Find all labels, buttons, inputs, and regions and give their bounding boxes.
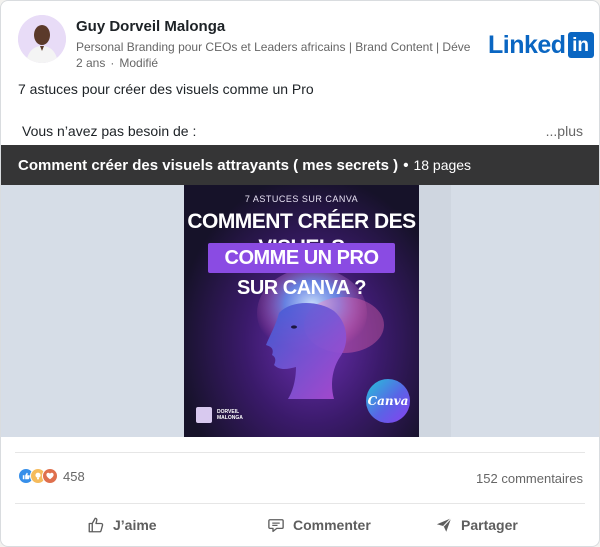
comment-button[interactable]: Commenter [267, 504, 371, 546]
share-button[interactable]: Partager [435, 504, 518, 546]
post-meta: 2 ans · Modifié [76, 56, 159, 70]
comments-count[interactable]: 152 commentaires [476, 471, 583, 486]
cover-author-avatar [196, 407, 212, 423]
share-label: Partager [461, 517, 518, 533]
cover-author-name: DORVEIL MALONGA [217, 409, 243, 421]
next-page-peek[interactable] [419, 185, 451, 437]
document-page-count: 18 pages [413, 157, 472, 173]
divider [15, 452, 585, 453]
document-cover-page[interactable]: 7 ASTUCES SUR CANVA COMMENT CRÉER DES VI… [184, 185, 419, 437]
like-label: J’aime [113, 517, 157, 533]
reactions-summary[interactable]: 458 [18, 468, 85, 484]
post-time: 2 ans [76, 56, 106, 70]
cover-title-line-2: COMME UN PRO SUR CANVA ? [208, 243, 395, 299]
author-name[interactable]: Guy Dorveil Malonga [76, 18, 225, 35]
comment-label: Commenter [293, 517, 371, 533]
document-title-bar[interactable]: Comment créer des visuels attrayants ( m… [1, 145, 599, 185]
author-avatar[interactable] [18, 15, 66, 63]
linkedin-logo: Linked in [488, 30, 594, 60]
post-actions: J’aime Commenter Partager [1, 504, 599, 546]
author-headline: Personal Branding pour CEOs et Leaders a… [76, 40, 471, 54]
document-title: Comment créer des visuels attrayants ( m… [18, 156, 399, 174]
cover-kicker: 7 ASTUCES SUR CANVA [244, 194, 359, 204]
post-text-line-1: 7 astuces pour créer des visuels comme u… [18, 81, 314, 97]
post-edited: Modifié [119, 56, 159, 70]
canva-logo: Canva [366, 379, 410, 423]
document-viewer[interactable]: 7 ASTUCES SUR CANVA COMMENT CRÉER DES VI… [1, 145, 599, 437]
document-title-separator: • [403, 156, 409, 174]
share-icon [436, 517, 452, 532]
linkedin-logo-text: Linked [488, 31, 566, 59]
document-background-right [451, 185, 599, 437]
cover-author-last: MALONGA [217, 415, 243, 421]
comment-icon [268, 519, 284, 533]
cover-author: DORVEIL MALONGA [196, 407, 243, 423]
love-reaction-icon [42, 468, 58, 484]
reaction-count: 458 [63, 468, 85, 484]
post-card: Guy Dorveil Malonga Personal Branding po… [0, 0, 600, 547]
post-text-line-2: Vous n’avez pas besoin de : [22, 123, 197, 139]
like-button[interactable]: J’aime [87, 504, 157, 546]
linkedin-logo-box: in [567, 32, 594, 58]
see-more-link[interactable]: ...plus [546, 123, 583, 139]
thumbs-up-icon [88, 517, 104, 533]
document-background-left [1, 185, 184, 437]
